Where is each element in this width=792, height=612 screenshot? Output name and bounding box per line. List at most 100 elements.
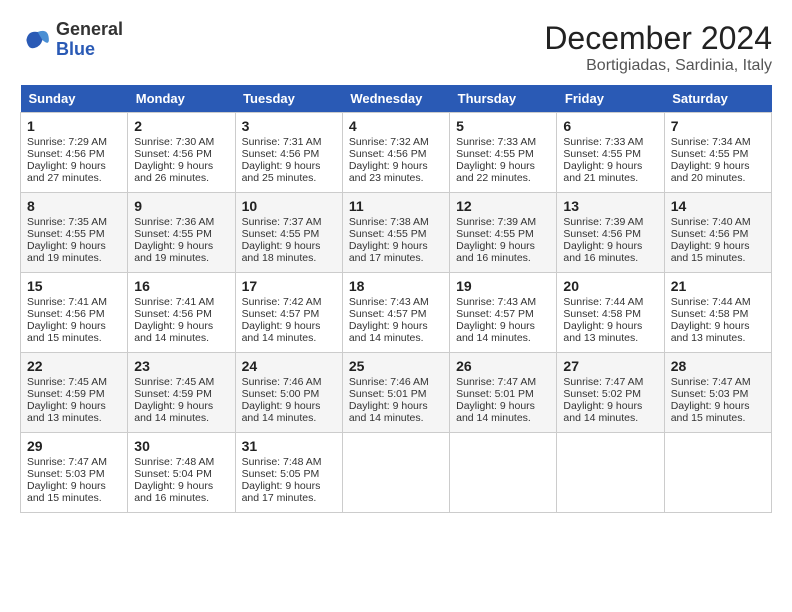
header-row: SundayMondayTuesdayWednesdayThursdayFrid… xyxy=(21,85,772,113)
calendar-cell: 4Sunrise: 7:32 AMSunset: 4:56 PMDaylight… xyxy=(342,113,449,193)
day-info: Sunrise: 7:45 AM xyxy=(27,376,121,388)
day-info: and 14 minutes. xyxy=(456,412,550,424)
day-info: Sunrise: 7:37 AM xyxy=(242,216,336,228)
column-header-sunday: Sunday xyxy=(21,85,128,113)
day-info: and 13 minutes. xyxy=(27,412,121,424)
title-block: December 2024 Bortigiadas, Sardinia, Ita… xyxy=(544,20,772,75)
day-info: Sunrise: 7:45 AM xyxy=(134,376,228,388)
day-info: and 25 minutes. xyxy=(242,172,336,184)
day-info: Daylight: 9 hours xyxy=(349,240,443,252)
logo-line1: General xyxy=(56,20,123,40)
day-number: 3 xyxy=(242,118,336,134)
day-info: Sunset: 5:00 PM xyxy=(242,388,336,400)
day-info: and 15 minutes. xyxy=(27,492,121,504)
day-info: and 15 minutes. xyxy=(671,412,765,424)
week-row-1: 1Sunrise: 7:29 AMSunset: 4:56 PMDaylight… xyxy=(21,113,772,193)
day-info: Sunrise: 7:43 AM xyxy=(349,296,443,308)
day-info: Sunrise: 7:34 AM xyxy=(671,136,765,148)
day-info: and 22 minutes. xyxy=(456,172,550,184)
day-info: Sunset: 4:57 PM xyxy=(349,308,443,320)
day-number: 18 xyxy=(349,278,443,294)
day-number: 12 xyxy=(456,198,550,214)
day-number: 10 xyxy=(242,198,336,214)
day-info: Daylight: 9 hours xyxy=(134,400,228,412)
day-info: Sunrise: 7:48 AM xyxy=(242,456,336,468)
day-info: Sunset: 4:58 PM xyxy=(563,308,657,320)
calendar-cell: 6Sunrise: 7:33 AMSunset: 4:55 PMDaylight… xyxy=(557,113,664,193)
day-number: 14 xyxy=(671,198,765,214)
logo-icon xyxy=(20,24,52,56)
day-info: Sunset: 4:55 PM xyxy=(456,228,550,240)
day-info: and 16 minutes. xyxy=(563,252,657,264)
day-number: 11 xyxy=(349,198,443,214)
day-info: and 23 minutes. xyxy=(349,172,443,184)
day-info: Sunset: 4:56 PM xyxy=(134,308,228,320)
calendar-cell: 30Sunrise: 7:48 AMSunset: 5:04 PMDayligh… xyxy=(128,433,235,513)
day-info: and 14 minutes. xyxy=(563,412,657,424)
calendar-cell: 27Sunrise: 7:47 AMSunset: 5:02 PMDayligh… xyxy=(557,353,664,433)
day-info: Sunset: 4:56 PM xyxy=(134,148,228,160)
calendar-cell: 25Sunrise: 7:46 AMSunset: 5:01 PMDayligh… xyxy=(342,353,449,433)
calendar-cell: 17 Sunrise: 7:42 AMSunset: 4:57 PMDayligh… xyxy=(235,273,342,353)
calendar-cell: 10Sunrise: 7:37 AMSunset: 4:55 PMDayligh… xyxy=(235,193,342,273)
day-number: 20 xyxy=(563,278,657,294)
day-info: Daylight: 9 hours xyxy=(671,240,765,252)
calendar-cell xyxy=(557,433,664,513)
day-info: Sunset: 4:58 PM xyxy=(671,308,765,320)
day-info: and 13 minutes. xyxy=(563,332,657,344)
day-info: and 17 minutes. xyxy=(242,492,336,504)
day-info: Sunrise: 7:47 AM xyxy=(27,456,121,468)
calendar-cell: 11Sunrise: 7:38 AMSunset: 4:55 PMDayligh… xyxy=(342,193,449,273)
day-info: and 16 minutes. xyxy=(134,492,228,504)
calendar-cell: 15Sunrise: 7:41 AMSunset: 4:56 PMDayligh… xyxy=(21,273,128,353)
day-info: Daylight: 9 hours xyxy=(27,160,121,172)
day-info: and 27 minutes. xyxy=(27,172,121,184)
week-row-2: 8Sunrise: 7:35 AMSunset: 4:55 PMDaylight… xyxy=(21,193,772,273)
day-info: Sunset: 4:56 PM xyxy=(27,308,121,320)
day-info: Daylight: 9 hours xyxy=(134,240,228,252)
day-number: 23 xyxy=(134,358,228,374)
day-info: and 19 minutes. xyxy=(134,252,228,264)
day-info: Sunset: 5:03 PM xyxy=(671,388,765,400)
calendar-cell: 12Sunrise: 7:39 AMSunset: 4:55 PMDayligh… xyxy=(450,193,557,273)
day-info: Daylight: 9 hours xyxy=(349,400,443,412)
day-number: 17 xyxy=(242,278,336,294)
day-info: Daylight: 9 hours xyxy=(456,160,550,172)
day-info: Daylight: 9 hours xyxy=(242,160,336,172)
calendar-cell: 22Sunrise: 7:45 AMSunset: 4:59 PMDayligh… xyxy=(21,353,128,433)
day-info: and 13 minutes. xyxy=(671,332,765,344)
day-info: Sunset: 4:55 PM xyxy=(134,228,228,240)
calendar-cell: 14Sunrise: 7:40 AMSunset: 4:56 PMDayligh… xyxy=(664,193,771,273)
day-info: Sunrise: 7:39 AM xyxy=(563,216,657,228)
calendar-cell: 5Sunrise: 7:33 AMSunset: 4:55 PMDaylight… xyxy=(450,113,557,193)
day-number: 22 xyxy=(27,358,121,374)
day-info: Daylight: 9 hours xyxy=(456,320,550,332)
day-number: 31 xyxy=(242,438,336,454)
day-info: Sunset: 4:55 PM xyxy=(563,148,657,160)
day-number: 26 xyxy=(456,358,550,374)
calendar-cell xyxy=(450,433,557,513)
day-number: 6 xyxy=(563,118,657,134)
day-info: Daylight: 9 hours xyxy=(563,320,657,332)
day-info: Sunrise: 7:46 AM xyxy=(349,376,443,388)
calendar-cell: 7Sunrise: 7:34 AMSunset: 4:55 PMDaylight… xyxy=(664,113,771,193)
day-info: and 14 minutes. xyxy=(134,412,228,424)
day-info: Sunset: 4:59 PM xyxy=(27,388,121,400)
day-info: Sunset: 4:56 PM xyxy=(349,148,443,160)
day-number: 16 xyxy=(134,278,228,294)
day-info: Sunrise: 7:32 AM xyxy=(349,136,443,148)
day-info: and 14 minutes. xyxy=(242,332,336,344)
calendar-cell: 18Sunrise: 7:43 AMSunset: 4:57 PMDayligh… xyxy=(342,273,449,353)
day-info: Sunset: 4:56 PM xyxy=(242,148,336,160)
day-info: and 15 minutes. xyxy=(671,252,765,264)
day-info: Daylight: 9 hours xyxy=(671,400,765,412)
day-info: Daylight: 9 hours xyxy=(242,320,336,332)
day-number: 15 xyxy=(27,278,121,294)
day-info: Sunset: 4:57 PM xyxy=(242,308,336,320)
day-info: Sunrise: 7:44 AM xyxy=(671,296,765,308)
day-info: and 26 minutes. xyxy=(134,172,228,184)
day-info: Sunset: 4:56 PM xyxy=(563,228,657,240)
day-info: Sunset: 4:55 PM xyxy=(456,148,550,160)
day-info: Daylight: 9 hours xyxy=(242,480,336,492)
day-info: Sunrise: 7:42 AM xyxy=(242,296,336,308)
